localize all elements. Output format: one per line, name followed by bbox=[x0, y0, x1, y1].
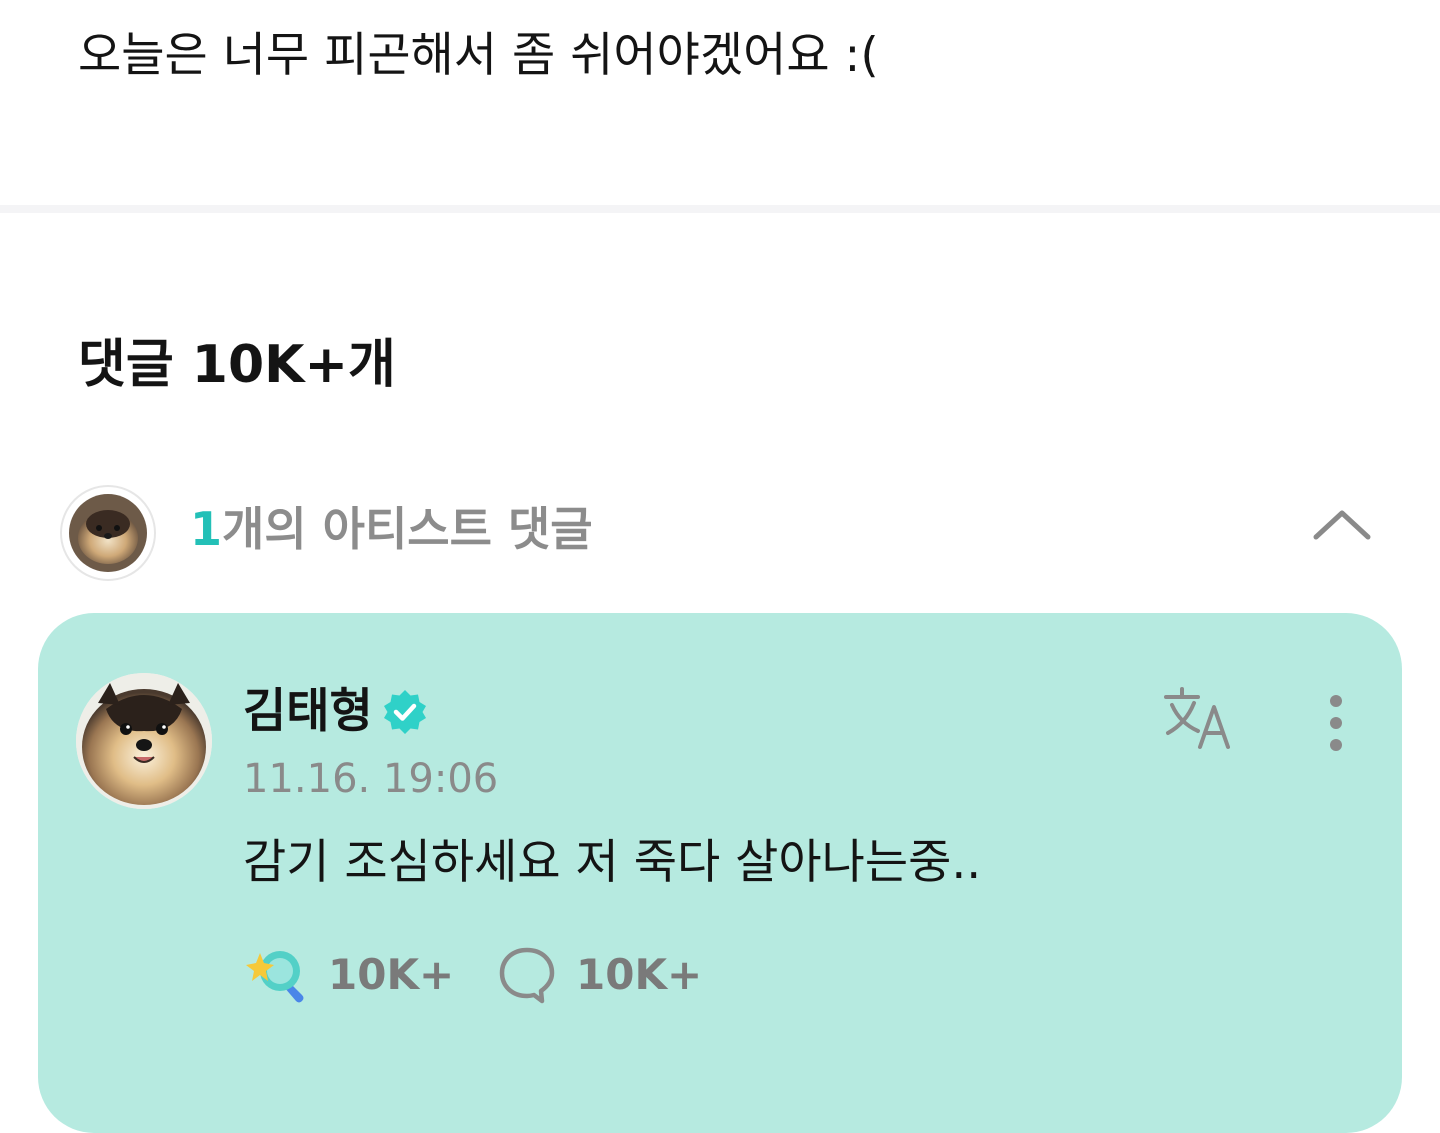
reply-button[interactable]: 10K+ bbox=[498, 943, 702, 1007]
comment-body: 감기 조심하세요 저 죽다 살아나는중.. bbox=[243, 835, 982, 890]
artist-comment-card: 김태형 11.16. 19:06 감기 조심하세요 저 죽다 살아나는중.. 1 bbox=[38, 613, 1402, 1133]
author-name[interactable]: 김태형 bbox=[243, 682, 373, 742]
verified-badge-icon bbox=[383, 690, 426, 734]
artist-comment-count: 1 bbox=[190, 502, 223, 556]
comment-timestamp: 11.16. 19:06 bbox=[243, 756, 499, 802]
cheer-sparkle-icon bbox=[246, 951, 304, 1003]
pomeranian-avatar-icon bbox=[60, 485, 156, 581]
chevron-up-icon[interactable] bbox=[1310, 503, 1374, 543]
post-text: 오늘은 너무 피곤해서 좀 쉬어야겠어요 :( bbox=[78, 28, 879, 83]
more-vertical-icon[interactable] bbox=[1318, 691, 1354, 755]
translate-icon[interactable] bbox=[1162, 683, 1242, 751]
comment-bubble-icon bbox=[499, 947, 555, 1004]
pomeranian-avatar-icon[interactable] bbox=[76, 673, 212, 809]
section-divider bbox=[0, 205, 1440, 213]
artist-comment-summary[interactable]: 1개의 아티스트 댓글 bbox=[60, 485, 1380, 581]
author-row: 김태형 bbox=[243, 681, 429, 743]
artist-comment-label: 개의 아티스트 댓글 bbox=[222, 502, 593, 556]
cheer-count: 10K+ bbox=[328, 950, 455, 999]
reply-count: 10K+ bbox=[576, 950, 703, 999]
comment-count-heading: 댓글 10K+개 bbox=[78, 335, 396, 395]
cheer-button[interactable]: 10K+ bbox=[244, 943, 454, 1007]
artist-comment-summary-text: 1개의 아티스트 댓글 bbox=[190, 499, 593, 559]
